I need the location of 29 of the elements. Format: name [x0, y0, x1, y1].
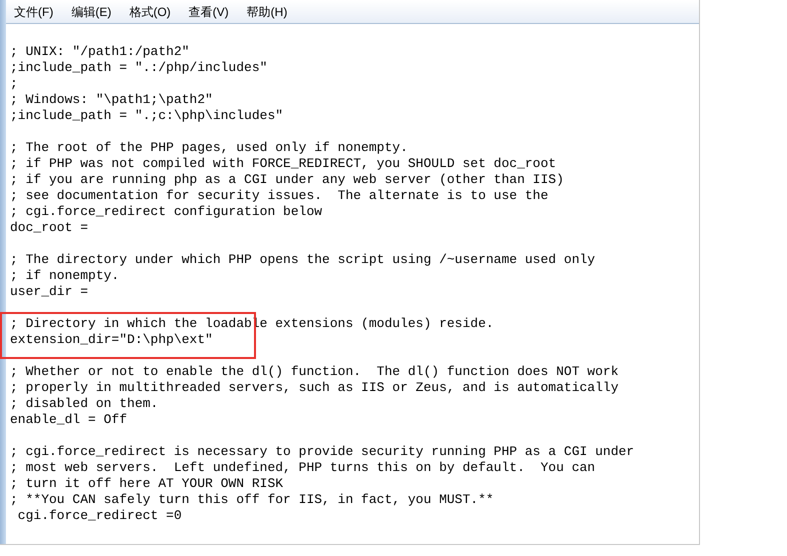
code-line: ;: [10, 76, 18, 92]
code-line: ; properly in multithreaded servers, such as IIS or Zeus, and is automatically: [10, 380, 618, 396]
code-line: enable_dl = Off: [10, 412, 128, 428]
menu-item[interactable]: 文件(F): [14, 2, 54, 20]
code-line: cgi.force_redirect =0: [16, 508, 182, 524]
menu-item[interactable]: 格式(O): [129, 2, 171, 20]
code-line: ; if you are running php as a CGI under any web server (other than IIS): [10, 172, 564, 188]
code-line: ;include_path = ".:/php/includes": [10, 60, 268, 76]
code-line: ; cgi.force_redirect is necessary to provide security running PHP as a CGI under: [10, 444, 634, 460]
code-line: ; **You CAN safely turn this off for IIS, in fact, you MUST.**: [10, 492, 494, 508]
code-line: ; if PHP was not compiled with FORCE_REDIRECT, you SHOULD set doc_root: [10, 156, 556, 172]
code-line: ; cgi.force_redirect configuration below: [10, 204, 322, 220]
code-line: ; Whether or not to enable the dl() function. The dl() function does NOT work: [10, 364, 618, 380]
code-line: ; The directory under which PHP opens the script using /~username used only: [10, 252, 596, 268]
code-line: ; disabled on them.: [10, 396, 158, 412]
code-line: ; UNIX: "/path1:/path2": [10, 44, 190, 60]
code-line: user_dir =: [10, 284, 88, 300]
menu-item[interactable]: 编辑(E): [71, 2, 112, 20]
code-line: ;include_path = ".;c:\php\includes": [10, 108, 284, 124]
code-line: ; if nonempty.: [10, 268, 120, 284]
code-line: doc_root =: [10, 220, 88, 236]
code-line: ; see documentation for security issues. The alternate is to use the: [10, 188, 548, 204]
menu-item[interactable]: 查看(V): [188, 2, 229, 20]
menu-item[interactable]: 帮助(H): [246, 2, 288, 20]
code-line: extension_dir="D:\php\ext": [10, 332, 213, 348]
code-line: ; turn it off here AT YOUR OWN RISK: [10, 476, 284, 492]
code-line: ; The root of the PHP pages, used only if nonempty.: [10, 140, 408, 156]
code-line: ; Windows: "\path1;\path2": [10, 92, 213, 108]
code-line: ; most web servers. Left undefined, PHP turns this on by default. You can: [10, 460, 596, 476]
